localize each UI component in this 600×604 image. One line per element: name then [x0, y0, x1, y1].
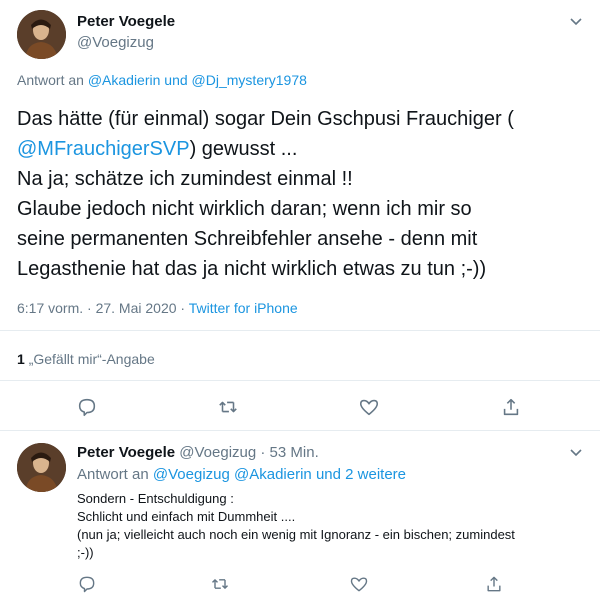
text-line: Legasthenie hat das ja nicht wirklich et…: [17, 258, 487, 280]
mention-link[interactable]: @Voegizug: [153, 466, 230, 483]
divider: [0, 430, 600, 431]
reply-header: Peter Voegele @Voegizug · 53 Min.: [77, 444, 319, 461]
likes-label: „Gefällt mir“-Angabe: [28, 351, 155, 367]
text-fragment: ) gewusst ...: [189, 138, 298, 160]
reply-prefix: Antwort an: [17, 72, 84, 88]
tweet-text: Sondern - Entschuldigung : Schlicht und …: [77, 490, 592, 562]
divider: [0, 380, 600, 381]
text-line: (nun ja; vielleicht auch noch ein wenig …: [77, 527, 515, 542]
author-handle[interactable]: @Voegizug: [77, 34, 154, 51]
reply-and: und: [164, 72, 188, 88]
comment-icon[interactable]: [76, 396, 98, 418]
text-line: Na ja; schätze ich zumindest einmal !!: [17, 168, 353, 190]
author-name[interactable]: Peter Voegele: [77, 444, 175, 461]
text-line: Das hätte (für einmal) sogar Dein Gschpu…: [17, 108, 514, 130]
text-line: ;-)): [77, 545, 94, 560]
author-handle-time[interactable]: @Voegizug · 53 Min.: [179, 444, 318, 461]
mention-link[interactable]: @MFrauchigerSVP: [17, 138, 190, 160]
author-name[interactable]: Peter Voegele: [77, 13, 175, 30]
retweet-icon[interactable]: [217, 396, 239, 418]
text-line: Glaube jedoch nicht wirklich daran; wenn…: [17, 198, 472, 220]
avatar[interactable]: [17, 443, 66, 492]
text-line: Schlicht und einfach mit Dummheit ....: [77, 509, 296, 524]
text-line: Sondern - Entschuldigung :: [77, 491, 234, 506]
text-line: seine permanenten Schreibfehler ansehe -…: [17, 228, 478, 250]
more-mentions-link[interactable]: 2 weitere: [345, 466, 406, 483]
reply-prefix: Antwort an: [77, 466, 149, 483]
avatar[interactable]: [17, 10, 66, 59]
text-line: @MFrauchigerSVP) gewusst ...: [17, 134, 587, 164]
heart-icon[interactable]: [349, 574, 369, 594]
mention-link[interactable]: @Akadierin: [88, 72, 161, 88]
timestamp[interactable]: 6:17 vorm. · 27. Mai 2020 ·: [17, 300, 185, 316]
reply-context: Antwort an @Voegizug @Akadierin und 2 we…: [77, 466, 406, 483]
reply-and: und: [315, 466, 341, 483]
divider: [0, 330, 600, 331]
mention-link[interactable]: @Dj_mystery1978: [192, 72, 307, 88]
mention-link[interactable]: @Akadierin: [234, 466, 312, 483]
chevron-down-icon[interactable]: [568, 444, 584, 460]
source-link[interactable]: Twitter for iPhone: [189, 300, 298, 316]
share-icon[interactable]: [484, 574, 504, 594]
share-icon[interactable]: [500, 396, 522, 418]
tweet-meta: 6:17 vorm. · 27. Mai 2020 · Twitter for …: [17, 300, 298, 316]
retweet-icon[interactable]: [210, 574, 230, 594]
likes-count: 1: [17, 351, 25, 367]
chevron-down-icon[interactable]: [568, 13, 584, 29]
reply-context: Antwort an @Akadierin und @Dj_mystery197…: [17, 72, 307, 88]
comment-icon[interactable]: [77, 574, 97, 594]
heart-icon[interactable]: [358, 396, 380, 418]
likes-summary[interactable]: 1 „Gefällt mir“-Angabe: [17, 351, 155, 367]
tweet-text: Das hätte (für einmal) sogar Dein Gschpu…: [17, 104, 587, 284]
